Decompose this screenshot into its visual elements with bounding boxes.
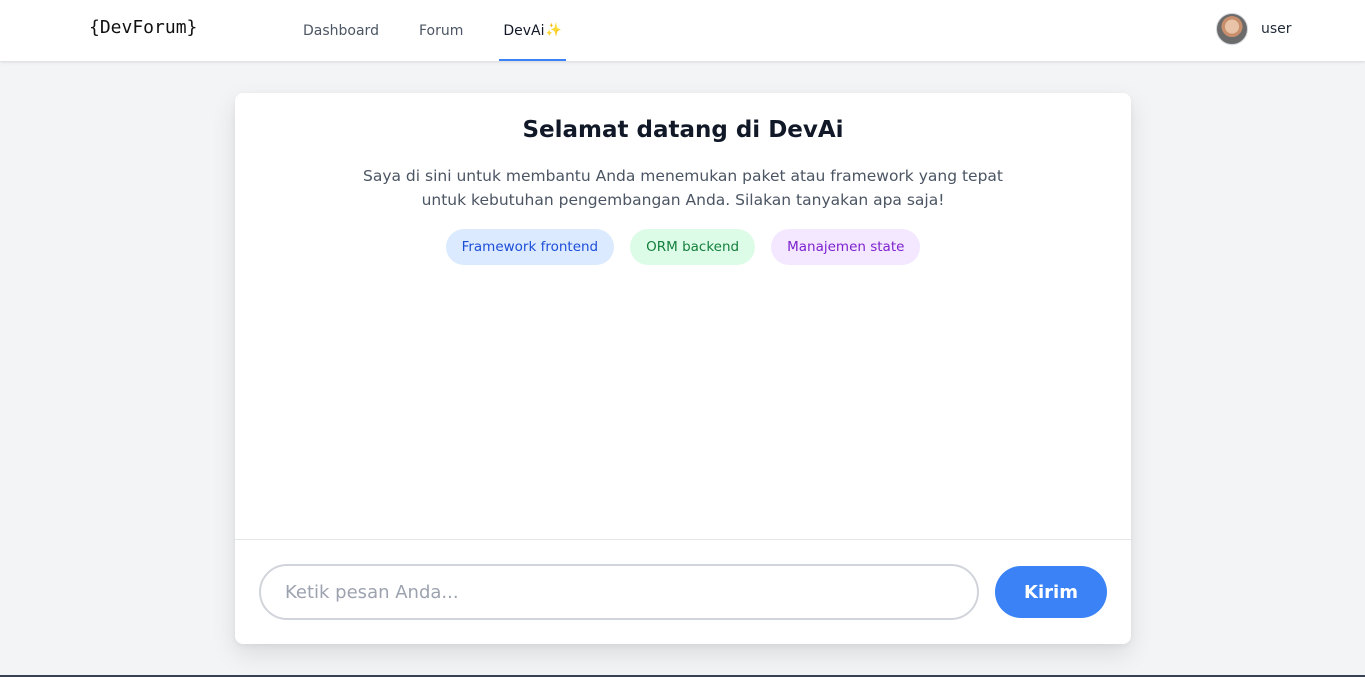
- nav-devai-label: DevAi: [503, 22, 545, 39]
- sparkle-icon: ✨: [545, 23, 562, 38]
- suggestion-chips: Framework frontend ORM backend Manajemen…: [235, 229, 1131, 265]
- message-input[interactable]: [259, 564, 979, 620]
- nav-dashboard-label: Dashboard: [303, 22, 379, 39]
- chat-subtitle: Saya di sini untuk membantu Anda menemuk…: [363, 167, 1003, 209]
- chat-card: Selamat datang di DevAi Saya di sini unt…: [235, 93, 1131, 644]
- input-divider: [235, 539, 1131, 540]
- user-menu[interactable]: user: [1216, 13, 1292, 45]
- site-logo[interactable]: {DevForum}: [89, 17, 197, 38]
- send-button[interactable]: Kirim: [995, 566, 1107, 618]
- suggestion-chip-orm[interactable]: ORM backend: [630, 229, 756, 265]
- chat-title: Selamat datang di DevAi: [522, 117, 844, 143]
- avatar: [1216, 13, 1248, 45]
- top-navbar: {DevForum} Dashboard Forum DevAi ✨ user: [0, 0, 1365, 61]
- user-name: user: [1261, 21, 1292, 37]
- main-nav: Dashboard Forum DevAi ✨: [303, 0, 602, 61]
- nav-forum[interactable]: Forum: [419, 0, 463, 61]
- nav-dashboard[interactable]: Dashboard: [303, 0, 379, 61]
- suggestion-chip-state[interactable]: Manajemen state: [771, 229, 921, 265]
- nav-forum-label: Forum: [418, 22, 464, 39]
- nav-devai[interactable]: DevAi ✨: [499, 0, 567, 61]
- suggestion-chip-frontend[interactable]: Framework frontend: [445, 229, 615, 265]
